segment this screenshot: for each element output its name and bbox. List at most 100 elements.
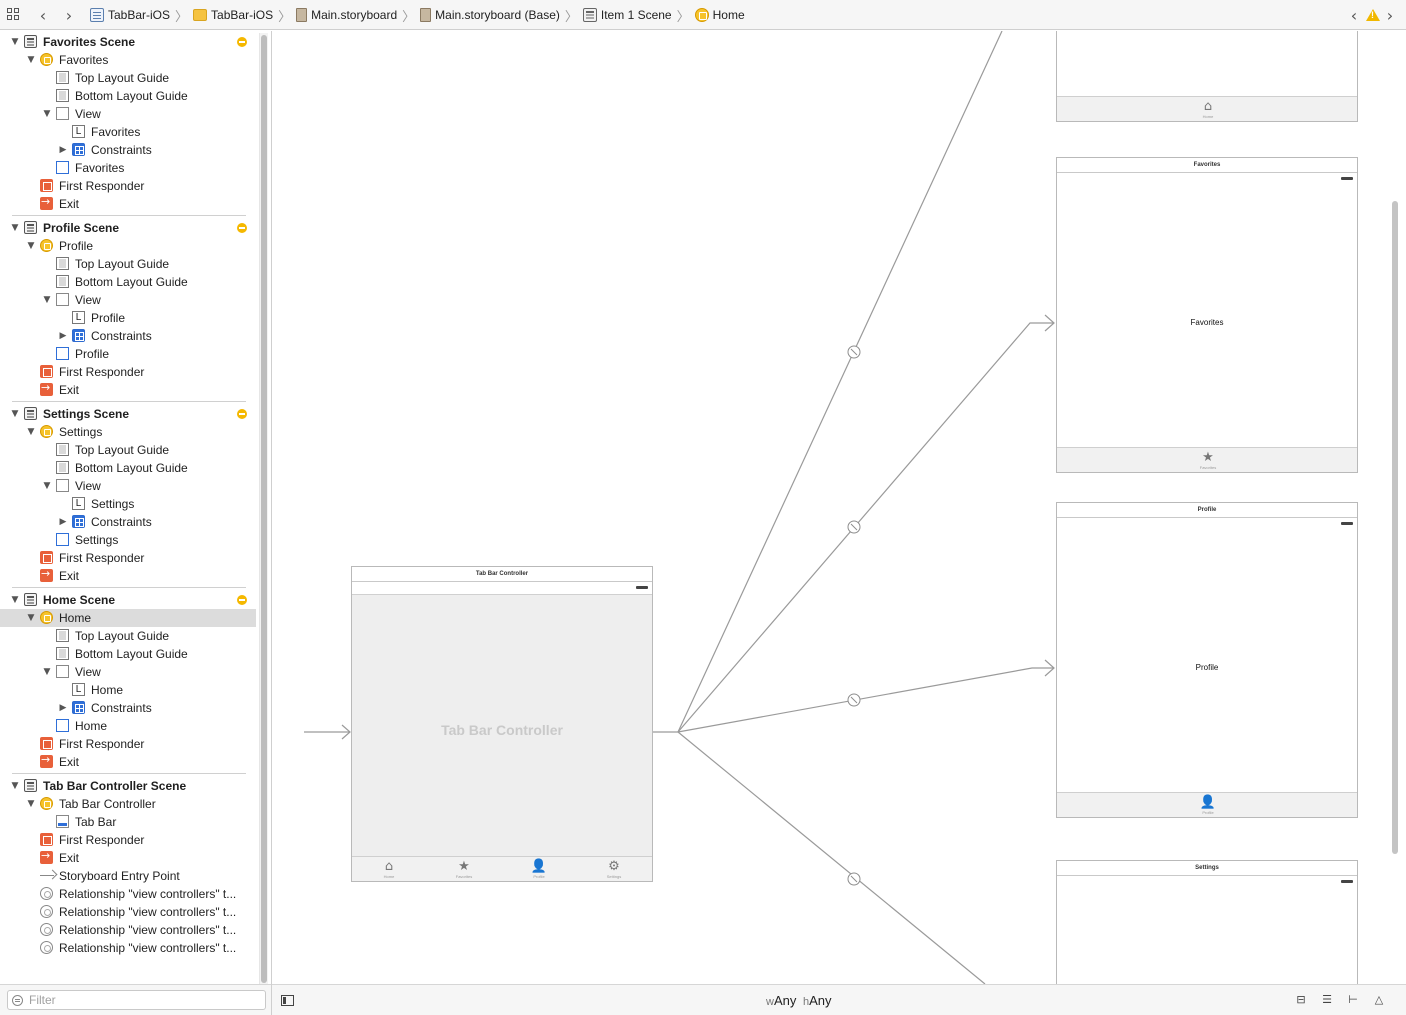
scene-warning-icon[interactable] bbox=[237, 595, 247, 605]
outline-item-exit[interactable]: Exit bbox=[0, 195, 256, 213]
outline-item-view[interactable]: ▼ View bbox=[0, 477, 256, 495]
scrollbar-thumb[interactable] bbox=[1392, 201, 1398, 854]
disclosure-open-icon[interactable]: ▼ bbox=[26, 613, 36, 623]
home-scene[interactable]: ⌂ Home bbox=[1056, 31, 1358, 122]
disclosure-open-icon[interactable]: ▼ bbox=[10, 223, 20, 233]
previous-issue-button[interactable]: ‹ bbox=[1345, 0, 1363, 30]
resolve-autolayout-button[interactable]: △ bbox=[1371, 993, 1387, 1007]
tab-bar[interactable]: ⌂ Home ★ Favorites 👤 Profile ⚙ Settings bbox=[352, 856, 652, 881]
outline-item-tab-bar[interactable]: Tab Bar bbox=[0, 813, 256, 831]
disclosure-closed-icon[interactable]: ▶ bbox=[58, 517, 68, 527]
outline-item-relationship[interactable]: Relationship "view controllers" t... bbox=[0, 939, 256, 957]
related-items-icon[interactable] bbox=[7, 0, 21, 30]
relationship-marker[interactable] bbox=[847, 693, 861, 707]
outline-item-first-responder[interactable]: First Responder bbox=[0, 735, 256, 753]
relationship-segue-settings[interactable] bbox=[677, 731, 986, 984]
disclosure-open-icon[interactable]: ▼ bbox=[42, 109, 52, 119]
scene-warning-icon[interactable] bbox=[237, 223, 247, 233]
disclosure-open-icon[interactable]: ▼ bbox=[10, 409, 20, 419]
relationship-segue-profile[interactable] bbox=[677, 667, 1054, 733]
outline-item-exit[interactable]: Exit bbox=[0, 381, 256, 399]
outline-item-constraints[interactable]: ▶ Constraints bbox=[0, 327, 256, 345]
tab-bar-item-settings[interactable]: ⚙ Settings bbox=[584, 859, 644, 880]
outline-item-relationship[interactable]: Relationship "view controllers" t... bbox=[0, 885, 256, 903]
outline-item-relationship[interactable]: Relationship "view controllers" t... bbox=[0, 921, 256, 939]
disclosure-open-icon[interactable]: ▼ bbox=[26, 55, 36, 65]
relationship-marker[interactable] bbox=[847, 872, 861, 886]
relationship-segue-home[interactable] bbox=[677, 31, 1003, 733]
outline-item-tab-bar-item[interactable]: Profile bbox=[0, 345, 256, 363]
outline-item-exit[interactable]: Exit bbox=[0, 849, 256, 867]
disclosure-open-icon[interactable]: ▼ bbox=[42, 667, 52, 677]
outline-item-exit[interactable]: Exit bbox=[0, 753, 256, 771]
tab-bar-item-home[interactable]: ⌂ Home bbox=[359, 859, 419, 880]
outline-item-exit[interactable]: Exit bbox=[0, 567, 256, 585]
canvas-scrollbar[interactable] bbox=[1390, 31, 1400, 984]
outline-item-entry-point[interactable]: Storyboard Entry Point bbox=[0, 867, 256, 885]
disclosure-open-icon[interactable]: ▼ bbox=[42, 481, 52, 491]
outline-scene[interactable]: ▼ Home Scene bbox=[0, 591, 256, 609]
pin-button[interactable]: ⊢ bbox=[1345, 993, 1361, 1007]
outline-scene[interactable]: ▼ Settings Scene bbox=[0, 405, 256, 423]
outline-item-constraints[interactable]: ▶ Constraints bbox=[0, 699, 256, 717]
breadcrumb-storyboard-base[interactable]: Main.storyboard (Base) bbox=[420, 8, 560, 22]
size-class-control[interactable]: wAny hAny bbox=[766, 993, 832, 1008]
outline-scene[interactable]: ▼ Profile Scene bbox=[0, 219, 256, 237]
outline-item-label[interactable]: L Settings bbox=[0, 495, 256, 513]
outline-scene[interactable]: ▼ Tab Bar Controller Scene bbox=[0, 777, 256, 795]
show-outline-toggle-icon[interactable] bbox=[281, 995, 294, 1006]
outline-item-view-controller[interactable]: ▼ Home bbox=[0, 609, 256, 627]
outline-item-top-layout-guide[interactable]: Top Layout Guide bbox=[0, 441, 256, 459]
outline-scene[interactable]: ▼ Favorites Scene bbox=[0, 33, 256, 51]
tab-bar-item-home[interactable]: ⌂ Home bbox=[1178, 99, 1238, 120]
outline-item-view-controller[interactable]: ▼ Profile bbox=[0, 237, 256, 255]
outline-item-bottom-layout-guide[interactable]: Bottom Layout Guide bbox=[0, 645, 256, 663]
stack-view-button[interactable]: ⊟ bbox=[1293, 993, 1309, 1007]
back-button[interactable]: ‹ bbox=[34, 0, 52, 30]
favorites-scene[interactable]: Favorites Favorites ★ Favorites bbox=[1056, 157, 1358, 473]
align-button[interactable]: ☰ bbox=[1319, 993, 1335, 1007]
scene-warning-icon[interactable] bbox=[237, 37, 247, 47]
outline-item-label[interactable]: L Favorites bbox=[0, 123, 256, 141]
relationship-marker[interactable] bbox=[847, 345, 861, 359]
profile-scene[interactable]: Profile Profile 👤 Profile bbox=[1056, 502, 1358, 818]
warning-button[interactable] bbox=[1366, 0, 1380, 30]
disclosure-open-icon[interactable]: ▼ bbox=[10, 37, 20, 47]
breadcrumb-project[interactable]: TabBar-iOS bbox=[90, 8, 170, 22]
outline-item-view[interactable]: ▼ View bbox=[0, 105, 256, 123]
disclosure-open-icon[interactable]: ▼ bbox=[10, 781, 20, 791]
next-issue-button[interactable]: › bbox=[1381, 0, 1399, 30]
tab-bar-item-profile[interactable]: 👤 Profile bbox=[509, 859, 569, 880]
outline-item-constraints[interactable]: ▶ Constraints bbox=[0, 513, 256, 531]
outline-item-view-controller[interactable]: ▼ Settings bbox=[0, 423, 256, 441]
tab-bar-controller-scene[interactable]: Tab Bar Controller Tab Bar Controller ⌂ … bbox=[351, 566, 653, 882]
relationship-segue-favorites[interactable] bbox=[677, 322, 1054, 733]
outline-item-bottom-layout-guide[interactable]: Bottom Layout Guide bbox=[0, 273, 256, 291]
breadcrumb-storyboard[interactable]: Main.storyboard bbox=[296, 8, 397, 22]
outline-item-top-layout-guide[interactable]: Top Layout Guide bbox=[0, 627, 256, 645]
tab-bar-item-profile[interactable]: 👤 Profile bbox=[1178, 795, 1238, 816]
outline-item-top-layout-guide[interactable]: Top Layout Guide bbox=[0, 255, 256, 273]
outline-item-constraints[interactable]: ▶ Constraints bbox=[0, 141, 256, 159]
outline-item-first-responder[interactable]: First Responder bbox=[0, 363, 256, 381]
outline-item-tab-bar-item[interactable]: Home bbox=[0, 717, 256, 735]
breadcrumb-scene[interactable]: Item 1 Scene bbox=[582, 8, 672, 22]
disclosure-closed-icon[interactable]: ▶ bbox=[58, 331, 68, 341]
settings-scene[interactable]: Settings bbox=[1056, 860, 1358, 984]
outline-item-tab-bar-item[interactable]: Favorites bbox=[0, 159, 256, 177]
outline-item-view[interactable]: ▼ View bbox=[0, 291, 256, 309]
outline-item-first-responder[interactable]: First Responder bbox=[0, 177, 256, 195]
tab-bar-item-favorites[interactable]: ★ Favorites bbox=[1178, 450, 1238, 471]
disclosure-open-icon[interactable]: ▼ bbox=[42, 295, 52, 305]
breadcrumb-view-controller[interactable]: Home bbox=[694, 8, 745, 22]
disclosure-closed-icon[interactable]: ▶ bbox=[58, 703, 68, 713]
outline-item-relationship[interactable]: Relationship "view controllers" t... bbox=[0, 903, 256, 921]
disclosure-open-icon[interactable]: ▼ bbox=[26, 427, 36, 437]
forward-button[interactable]: › bbox=[60, 0, 78, 30]
outline-item-label[interactable]: L Profile bbox=[0, 309, 256, 327]
filter-input[interactable] bbox=[7, 990, 266, 1010]
outline-item-bottom-layout-guide[interactable]: Bottom Layout Guide bbox=[0, 87, 256, 105]
outline-item-first-responder[interactable]: First Responder bbox=[0, 549, 256, 567]
outline-item-top-layout-guide[interactable]: Top Layout Guide bbox=[0, 69, 256, 87]
outline-scrollbar[interactable] bbox=[259, 33, 268, 986]
